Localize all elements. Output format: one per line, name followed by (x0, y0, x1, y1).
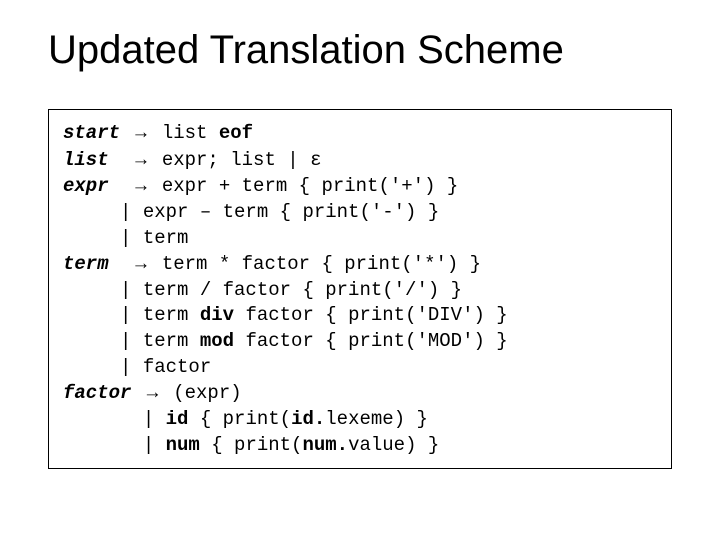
keyword-num-dot: num. (302, 434, 348, 456)
arrow-icon: → (131, 149, 150, 170)
nonterminal-factor: factor (63, 382, 131, 404)
arrow-icon: → (131, 175, 150, 196)
arrow-icon: → (143, 382, 162, 403)
terminal-eof: eof (219, 122, 253, 144)
arrow-icon: → (131, 253, 150, 274)
keyword-id: id (166, 408, 189, 430)
rule-term-1: term → term * factor { print('*') } (63, 253, 481, 275)
rule-factor-2: | id { print(id.lexeme) } (63, 408, 428, 430)
rule-expr-2: | expr – term { print('-') } (63, 201, 439, 223)
rule-term-4: | term mod factor { print('MOD') } (63, 330, 508, 352)
slide: Updated Translation Scheme start → list … (0, 0, 720, 540)
rule-expr-1: expr → expr + term { print('+') } (63, 175, 458, 197)
rule-term-3: | term div factor { print('DIV') } (63, 304, 508, 326)
keyword-id-dot: id. (291, 408, 325, 430)
rule-start: start → list eof (63, 122, 253, 144)
nonterminal-expr: expr (63, 175, 109, 197)
rule-expr-3: | term (63, 227, 188, 249)
rule-term-5: | factor (63, 356, 211, 378)
grammar-box: start → list eof list → expr; list | ε e… (48, 109, 672, 469)
rule-term-2: | term / factor { print('/') } (63, 279, 462, 301)
keyword-mod: mod (200, 330, 234, 352)
keyword-num: num (166, 434, 200, 456)
keyword-div: div (200, 304, 234, 326)
nonterminal-term: term (63, 253, 109, 275)
nonterminal-start: start (63, 122, 120, 144)
page-title: Updated Translation Scheme (48, 28, 672, 73)
rule-list: list → expr; list | ε (63, 149, 321, 171)
arrow-icon: → (131, 122, 150, 143)
rule-factor-3: | num { print(num.value) } (63, 434, 439, 456)
nonterminal-list: list (63, 149, 109, 171)
epsilon: ε (310, 149, 321, 171)
rule-factor-1: factor → (expr) (63, 382, 242, 404)
